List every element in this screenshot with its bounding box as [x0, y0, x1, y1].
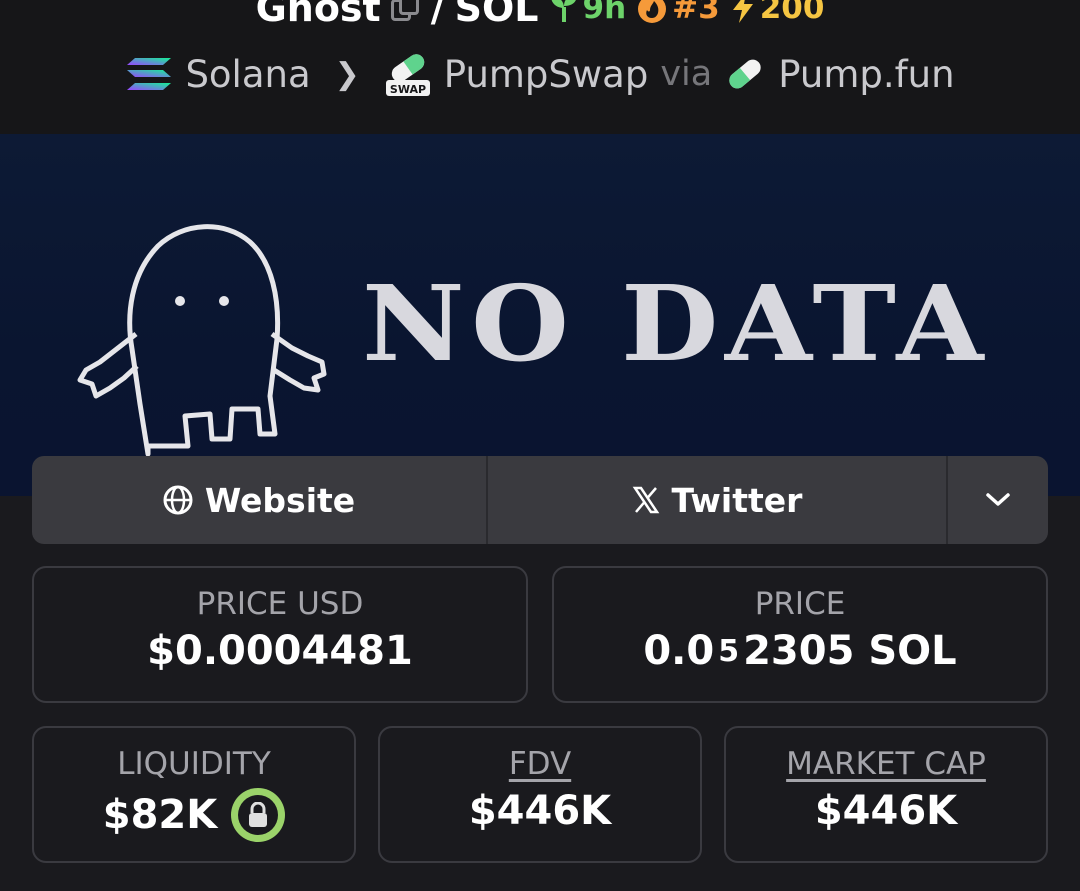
more-links-button[interactable] — [948, 456, 1048, 544]
website-label: Website — [204, 480, 356, 520]
copy-icon[interactable] — [390, 0, 421, 23]
market-cap-value: $446K — [814, 788, 958, 834]
price-zero-count: 5 — [718, 633, 740, 669]
boost-badge[interactable]: 200 — [730, 0, 825, 26]
liquidity-value-row: $82K — [34, 788, 354, 842]
price-unit: SOL — [868, 628, 957, 674]
token-banner: NO DATA — [0, 134, 1080, 496]
price-native-value: 0.0 5 2305 SOL — [554, 628, 1046, 674]
pair-header: Ghost / SOL 9h #3 200 Solana ❯ SWAP Pump… — [0, 0, 1080, 134]
pill-icon[interactable] — [724, 53, 766, 95]
lightning-icon — [732, 0, 753, 23]
price-label: PRICE — [754, 586, 846, 622]
pumpswap-icon[interactable]: SWAP — [384, 50, 432, 98]
fdv-value: $446K — [468, 788, 612, 834]
fire-icon — [638, 0, 667, 23]
price-usd-value: $0.0004481 — [147, 628, 413, 674]
chevron-down-icon — [986, 493, 1010, 506]
solana-icon[interactable] — [125, 54, 173, 94]
launchpad-name[interactable]: Pump.fun — [778, 53, 954, 96]
fdv-card[interactable]: FDV $446K — [378, 726, 702, 863]
chain-name[interactable]: Solana — [185, 53, 310, 96]
quote-token: SOL — [454, 0, 539, 30]
globe-icon — [163, 485, 193, 515]
sprout-icon — [551, 0, 576, 22]
rank-value: #3 — [672, 0, 720, 26]
liquidity-label: LIQUIDITY — [117, 746, 271, 782]
breadcrumb: Solana ❯ SWAP PumpSwap via Pump.fun — [0, 50, 1080, 98]
age-badge: 9h — [549, 0, 627, 26]
twitter-button[interactable]: Twitter — [488, 456, 948, 544]
market-cap-card[interactable]: MARKET CAP $446K — [724, 726, 1048, 863]
pair-title: Ghost / SOL 9h #3 200 — [0, 0, 1080, 30]
fdv-label[interactable]: FDV — [380, 746, 700, 782]
age-value: 9h — [582, 0, 627, 26]
token-name: Ghost — [255, 0, 381, 30]
price-usd-card: PRICE USD $0.0004481 — [32, 566, 528, 703]
chevron-right-icon: ❯ — [334, 56, 360, 92]
liquidity-card: LIQUIDITY $82K — [32, 726, 356, 863]
pair-separator: / — [430, 0, 445, 30]
dex-badge-label: SWAP — [390, 83, 426, 96]
market-cap-label[interactable]: MARKET CAP — [726, 746, 1046, 782]
boost-value: 200 — [759, 0, 825, 26]
website-button[interactable]: Website — [32, 456, 488, 544]
price-usd-label: PRICE USD — [196, 586, 364, 622]
price-native-card: PRICE 0.0 5 2305 SOL — [552, 566, 1048, 703]
banner-text: NO DATA — [362, 262, 990, 385]
price-digits: 2305 — [743, 628, 855, 674]
via-label: via — [660, 54, 713, 94]
x-icon — [632, 486, 659, 514]
trending-rank-badge[interactable]: #3 — [636, 0, 720, 26]
price-prefix: 0.0 — [643, 628, 715, 674]
liquidity-value: $82K — [102, 792, 218, 838]
twitter-label: Twitter — [671, 480, 803, 520]
social-links-bar: Website Twitter — [32, 456, 1048, 544]
dex-name[interactable]: PumpSwap — [444, 53, 649, 96]
lock-icon[interactable] — [231, 788, 286, 842]
